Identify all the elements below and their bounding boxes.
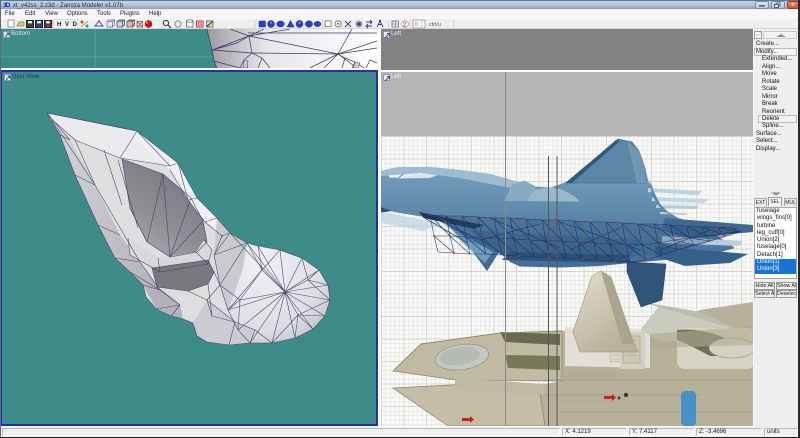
- svg-text:V: V: [65, 22, 69, 28]
- svg-text:0: 0: [415, 22, 418, 28]
- svg-text:ctrl/u: ctrl/u: [429, 22, 441, 28]
- svg-text:D: D: [73, 22, 78, 28]
- svg-text:H: H: [57, 22, 61, 28]
